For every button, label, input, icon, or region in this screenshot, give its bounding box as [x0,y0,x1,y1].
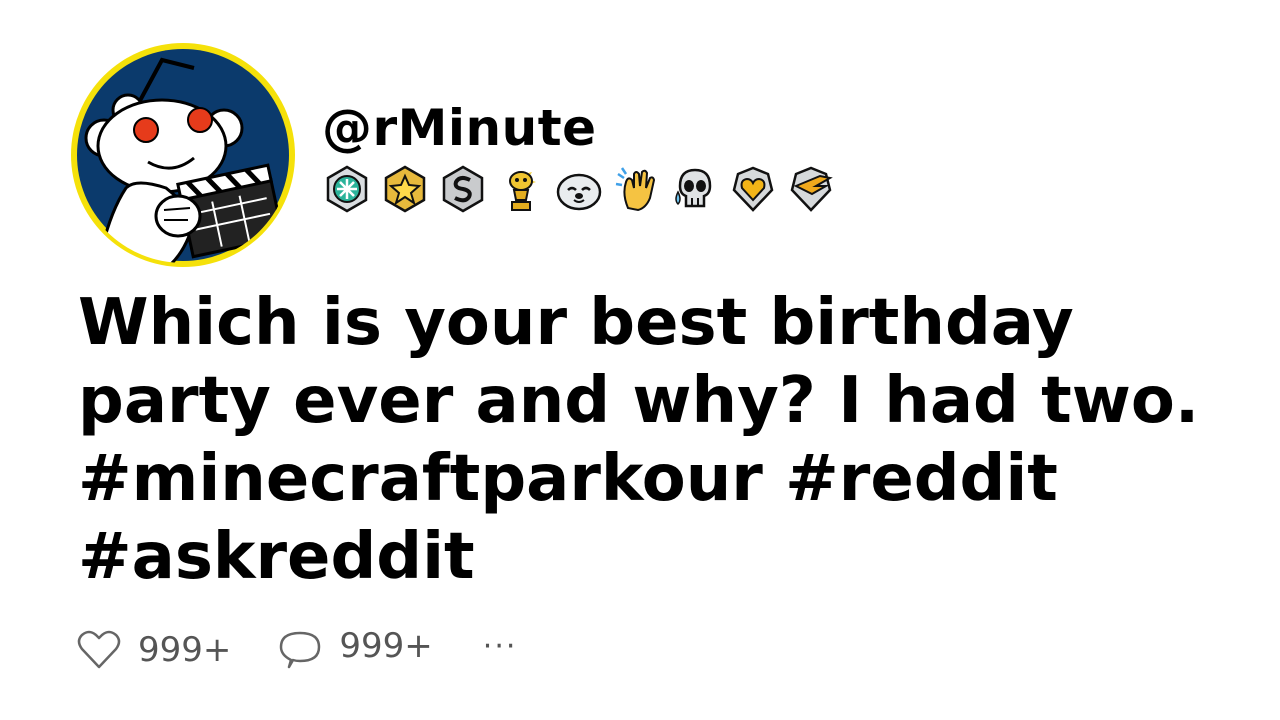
heart-icon [77,630,121,669]
username[interactable]: @rMinute [322,100,597,156]
comment-count: 999+ [339,626,433,666]
like-count: 999+ [138,630,232,670]
golden-wing-shield-award-icon[interactable] [786,164,836,214]
avatar[interactable] [66,38,300,272]
seal-award-icon[interactable] [554,164,604,214]
heart-shield-award-icon[interactable] [728,164,778,214]
post-actions: 999+ 999+ ··· [76,622,517,678]
post-title: Which is your best birthday party ever a… [78,286,1200,594]
like-button[interactable]: 999+ [76,627,231,673]
helpful-award-icon[interactable] [322,164,372,214]
comment-bubble-icon [280,631,321,669]
awards-row [322,162,836,216]
clapping-hands-award-icon[interactable] [612,164,662,214]
silver-s-award-icon[interactable] [438,164,488,214]
comment-button[interactable]: 999+ [277,626,433,673]
gold-star-award-icon[interactable] [380,164,430,214]
crying-skull-award-icon[interactable] [670,164,720,214]
trophy-snoo-award-icon[interactable] [496,164,546,214]
post-card: @rMinute Which is your best birthday par… [0,0,1280,720]
more-options-button[interactable]: ··· [483,629,518,664]
